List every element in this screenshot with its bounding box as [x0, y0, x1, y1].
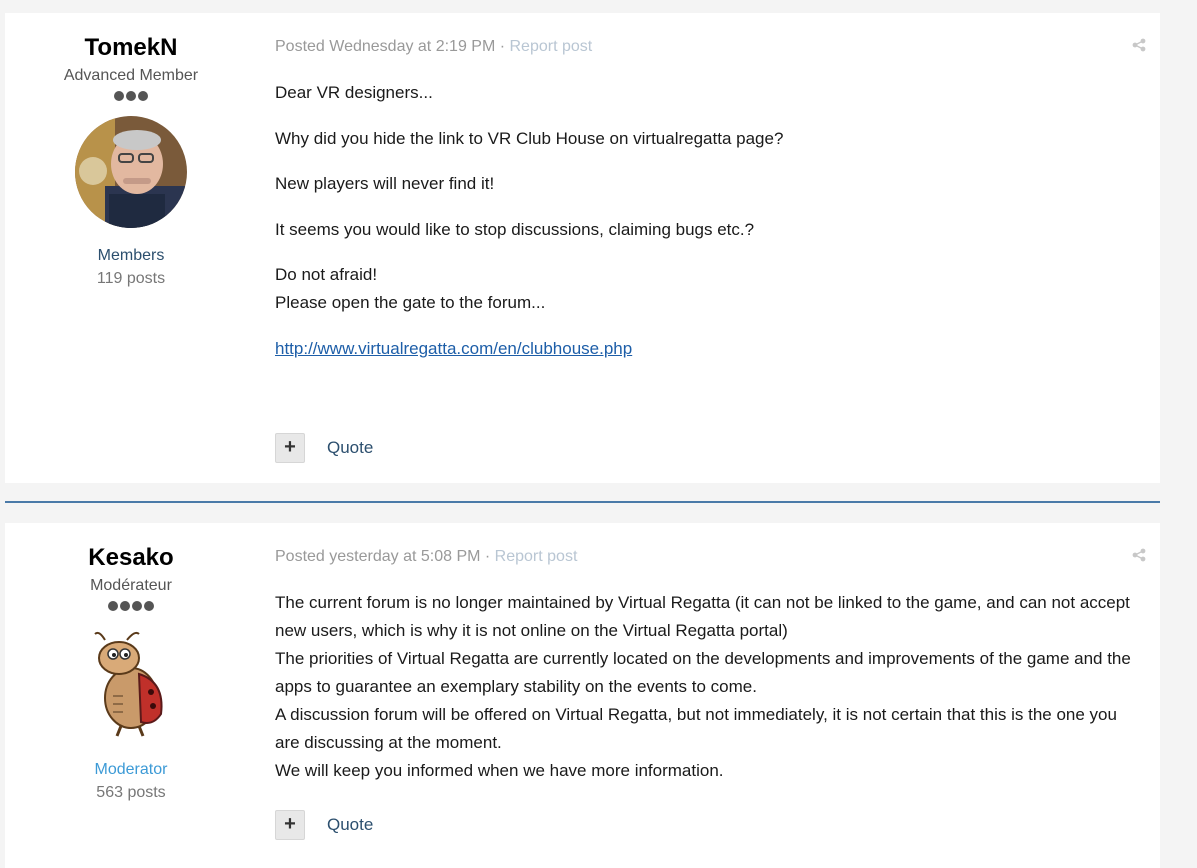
- plus-icon: +: [284, 813, 296, 835]
- post-meta: Posted yesterday at 5:08 PM · Report pos…: [275, 547, 577, 567]
- post-paragraph: The priorities of Virtual Regatta are cu…: [275, 649, 1131, 696]
- post-paragraph: We will keep you informed when we have m…: [275, 761, 724, 780]
- author-name[interactable]: Kesako: [5, 544, 257, 572]
- report-post-link[interactable]: Report post: [495, 548, 578, 565]
- report-post-link[interactable]: Report post: [510, 38, 593, 55]
- meta-separator: ·: [480, 548, 495, 565]
- reputation-plus-button[interactable]: +: [275, 433, 305, 463]
- author-name[interactable]: TomekN: [5, 34, 257, 62]
- rank-pip: [126, 90, 136, 101]
- post-paragraph: Dear VR designers...: [275, 83, 433, 102]
- avatar[interactable]: [75, 116, 187, 228]
- forum-post: Kesako Modérateur Moderator 563 posts Po…: [5, 523, 1160, 868]
- post-paragraph: It seems you would like to stop discussi…: [275, 220, 755, 239]
- post-paragraph: Do not afraid!: [275, 265, 378, 284]
- member-group: Members: [97, 247, 165, 264]
- post-paragraph: A discussion forum will be offered on Vi…: [275, 705, 1117, 752]
- meta-separator: ·: [495, 38, 510, 55]
- post-count: 563 posts: [96, 784, 166, 801]
- reputation-plus-button[interactable]: +: [275, 810, 305, 840]
- rank-pip: [108, 600, 118, 611]
- rank-pip: [138, 90, 148, 101]
- rank-pip: [132, 600, 142, 611]
- post-separator: [5, 501, 1160, 503]
- author-rank-title: Modérateur: [90, 577, 172, 594]
- clubhouse-link[interactable]: http://www.virtualregatta.com/en/clubhou…: [275, 339, 632, 358]
- rank-pip: [120, 600, 130, 611]
- rank-pips: [5, 600, 257, 612]
- rank-pip: [114, 90, 124, 101]
- rank-pip: [144, 600, 154, 611]
- avatar[interactable]: [81, 626, 181, 738]
- post-date[interactable]: Posted yesterday at 5:08 PM: [275, 548, 480, 565]
- plus-icon: +: [284, 436, 296, 458]
- post-count: 119 posts: [96, 270, 166, 287]
- post-paragraph: The current forum is no longer maintaine…: [275, 593, 1130, 640]
- author-rank-title: Advanced Member: [63, 67, 199, 84]
- post-paragraph: New players will never find it!: [275, 174, 495, 193]
- quote-button[interactable]: Quote: [327, 438, 373, 458]
- quote-button[interactable]: Quote: [327, 815, 373, 835]
- share-icon[interactable]: [1132, 548, 1146, 562]
- post-paragraph: Please open the gate to the forum...: [275, 293, 546, 312]
- author-panel: TomekN Advanced Member Members 119 posts: [5, 13, 257, 289]
- post-paragraph: Why did you hide the link to VR Club Hou…: [275, 129, 784, 148]
- post-content: The current forum is no longer maintaine…: [275, 589, 1145, 785]
- share-icon[interactable]: [1132, 38, 1146, 52]
- forum-post: TomekN Advanced Member Members 119 posts…: [5, 13, 1160, 483]
- member-group: Moderator: [94, 761, 168, 778]
- rank-pips: [5, 90, 257, 102]
- post-date[interactable]: Posted Wednesday at 2:19 PM: [275, 38, 495, 55]
- author-panel: Kesako Modérateur Moderator 563 posts: [5, 523, 257, 803]
- post-meta: Posted Wednesday at 2:19 PM · Report pos…: [275, 37, 592, 57]
